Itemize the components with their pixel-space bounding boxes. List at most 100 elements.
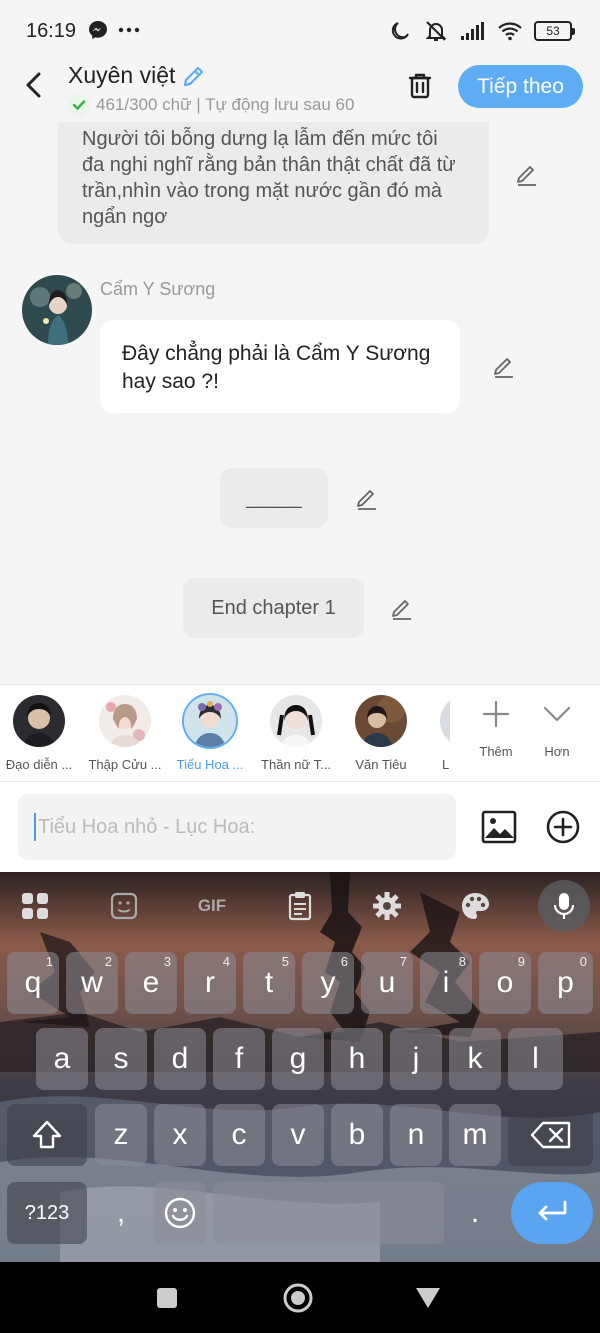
key[interactable]: t5	[243, 952, 295, 1014]
gear-icon[interactable]	[371, 890, 403, 922]
character-item[interactable]: Thập Cửu ...	[82, 695, 168, 772]
character-item[interactable]: L	[402, 695, 450, 772]
shift-key[interactable]	[7, 1104, 87, 1166]
back-button[interactable]	[18, 68, 52, 102]
key[interactable]: i8	[420, 952, 472, 1014]
enter-key[interactable]	[511, 1182, 593, 1244]
gif-button[interactable]: GIF	[192, 890, 232, 922]
key[interactable]: l	[508, 1028, 563, 1090]
narration-bubble[interactable]: Người tôi bỗng dưng lạ lẫm đến mức tôi đ…	[58, 122, 489, 244]
edit-icon[interactable]	[514, 162, 540, 188]
key[interactable]: o9	[479, 952, 531, 1014]
avatar	[270, 695, 322, 747]
key[interactable]: q1	[7, 952, 59, 1014]
home-button[interactable]	[280, 1280, 316, 1316]
system-nav-bar	[0, 1262, 600, 1333]
key[interactable]: m	[449, 1104, 501, 1166]
collapse-button[interactable]: Hơn	[527, 699, 587, 759]
editor-header: Xuyên việt 461/300 chữ | Tự động lưu sau…	[0, 58, 600, 122]
key[interactable]: h	[331, 1028, 383, 1090]
text-caret	[34, 813, 36, 841]
sticker-icon[interactable]	[108, 890, 140, 922]
status-time: 16:19	[26, 20, 77, 42]
add-character-button[interactable]: Thêm	[466, 699, 526, 759]
add-more-button[interactable]	[544, 808, 582, 846]
end-chapter-bubble[interactable]: End chapter 1	[183, 578, 364, 638]
insert-image-button[interactable]	[480, 808, 518, 846]
character-item[interactable]: Đạo diễn ...	[0, 695, 82, 772]
key[interactable]: g	[272, 1028, 324, 1090]
symbols-key[interactable]: ?123	[7, 1182, 87, 1244]
period-key[interactable]: .	[449, 1182, 501, 1244]
avatar	[184, 695, 236, 747]
key[interactable]: y6	[302, 952, 354, 1014]
keyboard-toolbar: GIF	[0, 872, 600, 938]
key[interactable]: b	[331, 1104, 383, 1166]
battery-icon: 53	[534, 21, 575, 41]
edit-icon[interactable]	[491, 354, 517, 380]
check-icon	[68, 94, 90, 116]
home-circle-icon	[283, 1283, 313, 1313]
key[interactable]: s	[95, 1028, 147, 1090]
character-item[interactable]: Thần nữ T...	[253, 695, 339, 772]
plus-icon	[482, 700, 510, 728]
delete-button[interactable]	[404, 70, 436, 102]
pencil-icon[interactable]	[181, 63, 207, 89]
grid-icon[interactable]	[19, 890, 51, 922]
plus-circle-icon	[546, 810, 580, 844]
clipboard-icon[interactable]	[284, 890, 316, 922]
message-input[interactable]: Tiểu Hoa nhỏ - Lục Hoa:	[18, 794, 456, 860]
wifi-icon	[498, 22, 522, 41]
triangle-back-icon	[416, 1288, 440, 1308]
input-placeholder: Tiểu Hoa nhỏ - Lục Hoa:	[38, 815, 256, 838]
emoji-icon	[164, 1197, 196, 1229]
next-button[interactable]: Tiếp theo	[458, 65, 583, 108]
key[interactable]: a	[36, 1028, 88, 1090]
key[interactable]: e3	[125, 952, 177, 1014]
collapse-label: Hơn	[544, 744, 570, 759]
back-nav-button[interactable]	[410, 1280, 446, 1316]
key[interactable]: v	[272, 1104, 324, 1166]
trash-icon	[408, 73, 432, 99]
edit-icon[interactable]	[389, 596, 415, 622]
edit-icon[interactable]	[354, 486, 380, 512]
key[interactable]: z	[95, 1104, 147, 1166]
image-icon	[481, 810, 517, 844]
key[interactable]: c	[213, 1104, 265, 1166]
key[interactable]: p0	[538, 952, 593, 1014]
backspace-icon	[530, 1121, 570, 1149]
chat-area[interactable]: Người tôi bỗng dưng lạ lẫm đến mức tôi đ…	[0, 122, 600, 684]
character-item-selected[interactable]: Tiểu Hoa ...	[167, 695, 253, 772]
divider-bubble[interactable]: _____	[220, 468, 328, 528]
space-key[interactable]	[213, 1182, 444, 1244]
key[interactable]: f	[213, 1028, 265, 1090]
avatar	[13, 695, 65, 747]
key[interactable]: x	[154, 1104, 206, 1166]
key[interactable]: w2	[66, 952, 118, 1014]
key[interactable]: n	[390, 1104, 442, 1166]
messenger-icon	[89, 21, 107, 39]
backspace-key[interactable]	[508, 1104, 593, 1166]
comma-key[interactable]: ,	[95, 1182, 147, 1244]
key[interactable]: r4	[184, 952, 236, 1014]
chevron-left-icon	[26, 72, 41, 98]
subtitle-text: 461/300 chữ | Tự động lưu sau 60	[96, 95, 355, 114]
story-title[interactable]: Xuyên việt	[68, 62, 207, 89]
voice-input-button[interactable]	[538, 880, 590, 932]
microphone-icon	[553, 893, 575, 919]
key[interactable]: d	[154, 1028, 206, 1090]
shift-icon	[32, 1120, 62, 1149]
avatar[interactable]	[22, 275, 92, 345]
key[interactable]: k	[449, 1028, 501, 1090]
chevron-down-icon	[543, 706, 571, 722]
square-icon	[157, 1288, 177, 1308]
speaker-name: Cẩm Y Sương	[100, 279, 216, 299]
palette-icon[interactable]	[459, 890, 491, 922]
onscreen-keyboard: GIF q1 w2 e3 r4 t5 y6 u7 i8 o9 p0 a s d …	[0, 872, 600, 1262]
speech-bubble[interactable]: Đây chẳng phải là Cẩm Y Sương hay sao ?!	[100, 320, 460, 413]
key[interactable]: j	[390, 1028, 442, 1090]
recents-button[interactable]	[149, 1280, 185, 1316]
emoji-key[interactable]	[154, 1182, 206, 1244]
key[interactable]: u7	[361, 952, 413, 1014]
title-text: Xuyên việt	[68, 62, 176, 88]
